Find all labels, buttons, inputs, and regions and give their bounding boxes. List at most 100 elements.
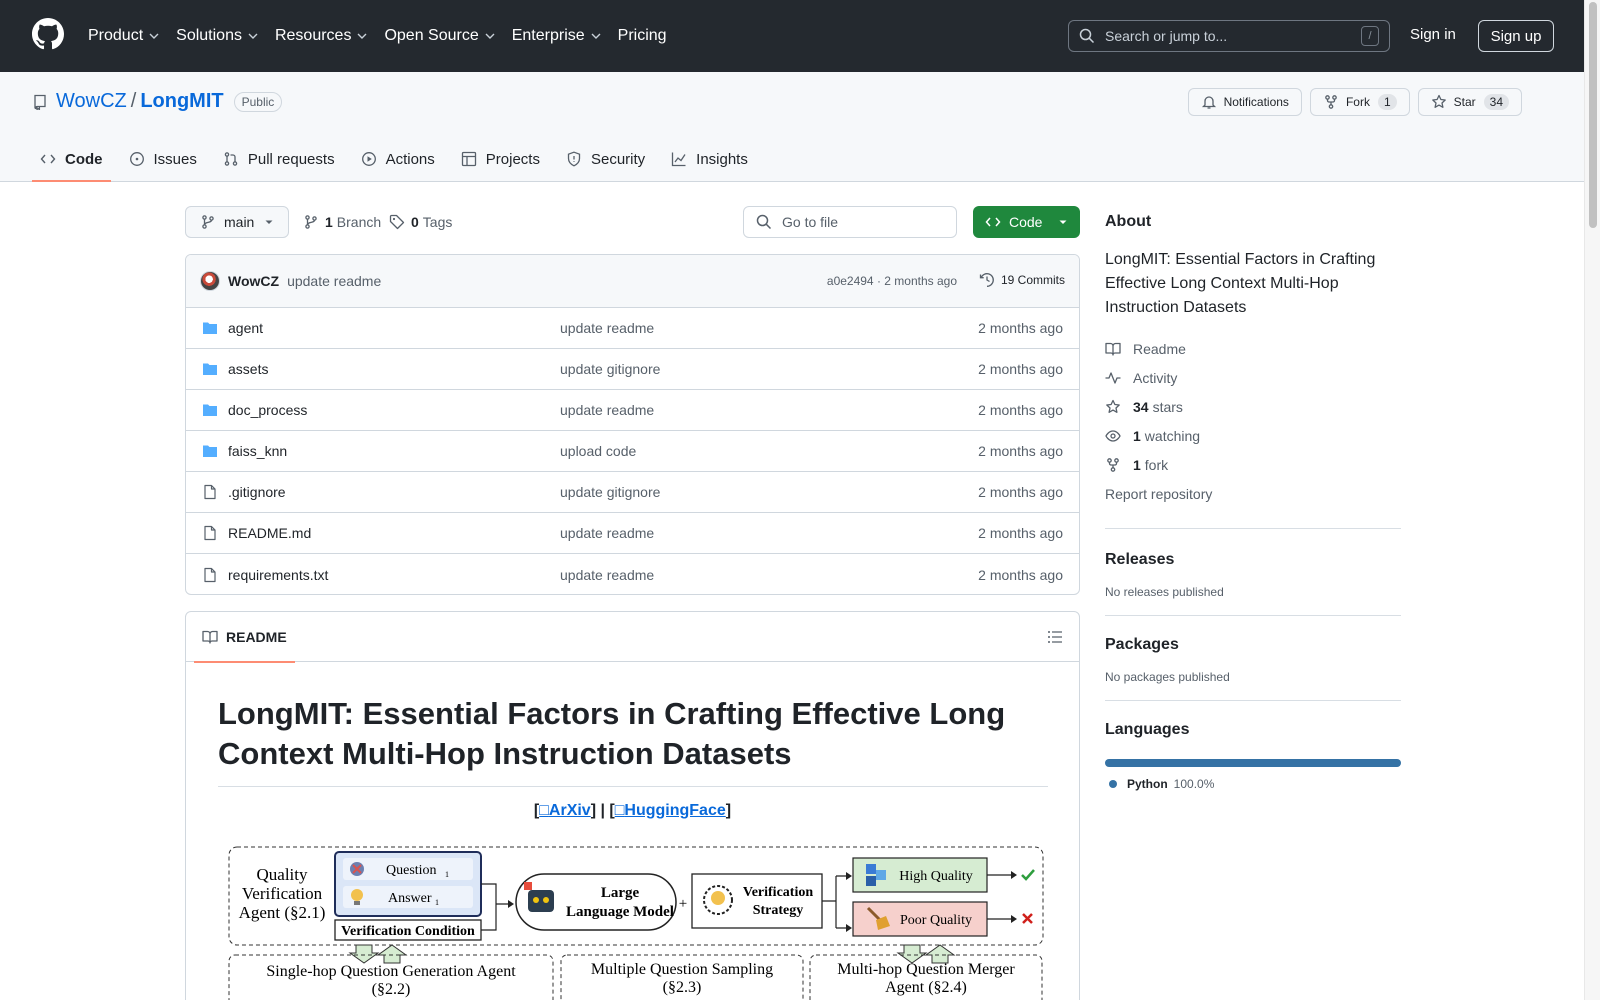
readme-links: [□ArXiv] | [□HuggingFace] bbox=[533, 802, 732, 819]
commits-link[interactable]: 19 Commits bbox=[979, 272, 1065, 288]
table-row[interactable]: requirements.txt update readme 2 months ag… bbox=[186, 554, 1079, 594]
list-icon[interactable] bbox=[1047, 629, 1063, 645]
packages-empty: No packages published bbox=[1105, 670, 1230, 684]
tag-count: 0 bbox=[411, 214, 419, 230]
stars-label: stars bbox=[1152, 398, 1183, 415]
arxiv-link[interactable]: □ArXiv bbox=[539, 802, 590, 819]
search-shortcut-key: / bbox=[1361, 26, 1379, 46]
tab-issues[interactable]: Issues bbox=[121, 136, 205, 182]
scrollbar-thumb[interactable] bbox=[1589, 2, 1597, 228]
tags-link[interactable]: 0 Tags bbox=[389, 214, 452, 230]
nav-enterprise[interactable]: Enterprise bbox=[512, 27, 602, 45]
avatar[interactable] bbox=[200, 271, 220, 291]
file-name-link[interactable]: requirements.txt bbox=[228, 567, 328, 583]
nav-solutions-label: Solutions bbox=[176, 27, 242, 44]
file-icon bbox=[204, 525, 216, 541]
tab-security[interactable]: Security bbox=[558, 136, 653, 182]
readme-header: README bbox=[186, 612, 1079, 663]
repo-title-separator: / bbox=[130, 90, 137, 112]
tab-actions[interactable]: Actions bbox=[353, 136, 443, 182]
nav-pricing[interactable]: Pricing bbox=[618, 27, 667, 45]
commit-meta[interactable]: a0e2494 · 2 months ago bbox=[827, 274, 957, 288]
table-row[interactable]: faiss_knn upload code 2 months ago bbox=[186, 431, 1079, 472]
tab-code[interactable]: Code bbox=[32, 136, 111, 182]
file-commit-message[interactable]: update readme bbox=[560, 567, 654, 583]
folder-icon bbox=[203, 322, 217, 334]
tab-code-label: Code bbox=[65, 150, 103, 168]
packages-heading[interactable]: Packages bbox=[1105, 636, 1401, 654]
tab-pull-requests[interactable]: Pull requests bbox=[215, 136, 343, 182]
search-input[interactable]: Search or jump to... / bbox=[1068, 20, 1390, 52]
branches-link[interactable]: 1 Branch bbox=[303, 214, 381, 230]
tag-icon bbox=[389, 214, 405, 230]
book-icon bbox=[1105, 342, 1121, 356]
nav-open-source[interactable]: Open Source bbox=[384, 27, 495, 45]
tab-projects[interactable]: Projects bbox=[453, 136, 548, 182]
activity-link[interactable]: Activity bbox=[1105, 363, 1401, 392]
huggingface-link[interactable]: □HuggingFace bbox=[615, 802, 726, 819]
issue-icon bbox=[129, 152, 144, 166]
file-commit-message[interactable]: update gitignore bbox=[560, 484, 660, 500]
report-repository-link[interactable]: Report repository bbox=[1105, 479, 1401, 508]
github-logo-icon[interactable] bbox=[32, 18, 64, 50]
single-hop-line-2: (§2.2) bbox=[372, 981, 411, 998]
tab-insights[interactable]: Insights bbox=[663, 136, 756, 182]
branch-icon bbox=[305, 215, 317, 229]
table-row[interactable]: agent update readme 2 months ago bbox=[186, 308, 1079, 349]
fork-button[interactable]: Fork 1 bbox=[1309, 88, 1410, 116]
sign-in-link[interactable]: Sign in bbox=[1410, 26, 1456, 43]
file-name-link[interactable]: assets bbox=[228, 361, 268, 377]
readme-link[interactable]: Readme bbox=[1105, 334, 1401, 363]
commit-message-link[interactable]: update readme bbox=[287, 273, 381, 289]
table-row[interactable]: .gitignore update gitignore 2 months ago bbox=[186, 472, 1079, 513]
language-name: Python bbox=[1127, 777, 1168, 791]
commit-count-label: 19 Commits bbox=[1000, 273, 1065, 287]
file-name-link[interactable]: agent bbox=[228, 320, 263, 336]
forks-link[interactable]: 1 fork bbox=[1105, 450, 1401, 479]
nav-resources[interactable]: Resources bbox=[275, 27, 368, 45]
file-commit-message[interactable]: update readme bbox=[560, 320, 654, 336]
stars-count: 34 bbox=[1133, 398, 1149, 415]
table-row[interactable]: doc_process update readme 2 months ago bbox=[186, 390, 1079, 431]
tab-projects-label: Projects bbox=[485, 150, 540, 168]
branch-select-button[interactable]: main bbox=[185, 206, 289, 238]
commit-author-link[interactable]: WowCZ bbox=[228, 273, 279, 289]
condition-label: Verification Condition bbox=[341, 924, 475, 939]
table-row[interactable]: README.md update readme 2 months ago bbox=[186, 513, 1079, 554]
readme-tab-label: README bbox=[226, 629, 287, 645]
page-scrollbar[interactable] bbox=[1584, 0, 1600, 1000]
file-commit-message[interactable]: update gitignore bbox=[560, 361, 660, 377]
readme-tab[interactable]: README bbox=[194, 612, 295, 663]
file-commit-message[interactable]: upload code bbox=[560, 443, 636, 459]
language-python[interactable]: Python 100.0% bbox=[1109, 777, 1401, 791]
watchers-link[interactable]: 1 watching bbox=[1105, 421, 1401, 450]
go-to-file-input[interactable]: Go to file bbox=[743, 206, 957, 238]
nav-product[interactable]: Product bbox=[88, 27, 160, 45]
repo-owner-link[interactable]: WowCZ bbox=[56, 90, 127, 113]
releases-heading[interactable]: Releases bbox=[1105, 551, 1401, 569]
notifications-label: Notifications bbox=[1223, 95, 1289, 109]
branch-name: main bbox=[224, 214, 255, 230]
notifications-button[interactable]: Notifications bbox=[1187, 88, 1302, 116]
top-nav: Product Solutions Resources Open Source … bbox=[88, 0, 683, 72]
file-commit-message[interactable]: update readme bbox=[560, 402, 654, 418]
output-lines bbox=[987, 874, 1011, 920]
activity-link-label: Activity bbox=[1133, 369, 1178, 386]
star-button[interactable]: Star 34 bbox=[1417, 88, 1522, 116]
file-commit-message[interactable]: update readme bbox=[560, 525, 654, 541]
tab-security-label: Security bbox=[590, 150, 646, 168]
file-name-link[interactable]: .gitignore bbox=[228, 484, 286, 500]
stars-link[interactable]: 34 stars bbox=[1105, 392, 1401, 421]
language-dot bbox=[1109, 780, 1117, 788]
repo-actions: Notifications Fork 1 Star 34 bbox=[1180, 88, 1522, 116]
file-name-link[interactable]: doc_process bbox=[228, 402, 307, 418]
file-name-link[interactable]: README.md bbox=[228, 525, 311, 541]
search-icon bbox=[1079, 28, 1095, 44]
sign-up-button[interactable]: Sign up bbox=[1478, 20, 1554, 52]
nav-solutions[interactable]: Solutions bbox=[176, 27, 259, 45]
table-row[interactable]: assets update gitignore 2 months ago bbox=[186, 349, 1079, 390]
code-dropdown-button[interactable]: Code bbox=[973, 206, 1080, 238]
repo-name-link[interactable]: LongMIT bbox=[140, 90, 223, 113]
go-to-file-placeholder: Go to file bbox=[782, 214, 839, 230]
file-name-link[interactable]: faiss_knn bbox=[228, 443, 287, 459]
